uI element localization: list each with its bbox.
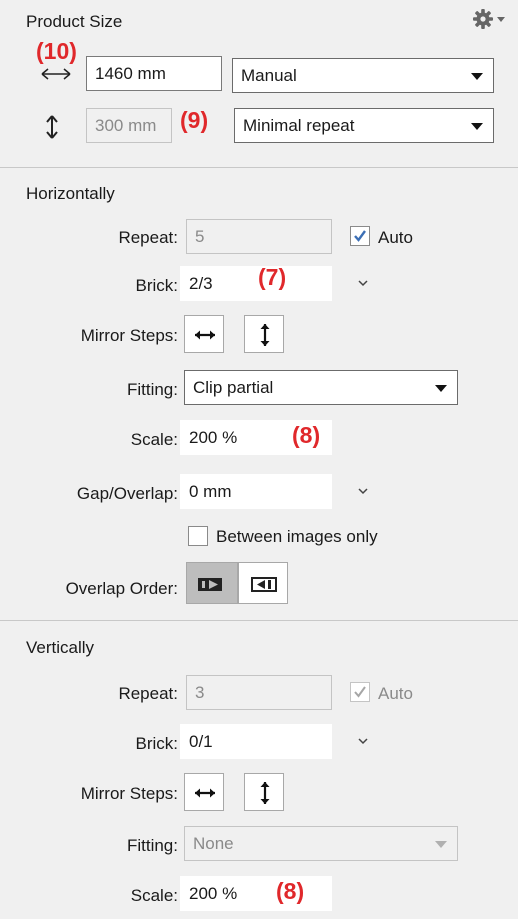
section-divider (0, 620, 518, 621)
v-repeat-label: Repeat: (118, 684, 178, 703)
width-mode-select[interactable]: Manual (232, 58, 494, 93)
annotation-9: (9) (180, 107, 209, 133)
v-fitting-value: None (193, 834, 234, 853)
v-fitting-label: Fitting: (126, 836, 178, 855)
v-auto-label: Auto (378, 684, 413, 703)
section-divider (0, 167, 518, 168)
dropdown-arrow-icon (471, 123, 483, 130)
h-brick-chevron-icon[interactable] (356, 275, 370, 289)
h-gap-label: Gap/Overlap: (76, 484, 178, 503)
h-mirror-label: Mirror Steps: (80, 326, 178, 345)
dropdown-arrow-icon (435, 841, 447, 848)
v-mirror-horizontal-icon[interactable] (184, 773, 224, 811)
v-brick-chevron-icon[interactable] (356, 733, 370, 747)
h-auto-checkbox[interactable] (350, 226, 370, 246)
overlap-order-back-button[interactable] (238, 562, 288, 604)
h-gap-input[interactable]: 0 mm (180, 474, 332, 509)
width-input[interactable]: 1460 mm (86, 56, 222, 91)
h-scale-label: Scale: (130, 430, 178, 449)
width-arrow-icon (38, 64, 74, 84)
v-repeat-input[interactable]: 3 (186, 675, 332, 710)
h-fitting-label: Fitting: (126, 380, 178, 399)
horizontally-title: Horizontally (26, 184, 115, 203)
h-repeat-input[interactable]: 5 (186, 219, 332, 254)
h-fitting-select[interactable]: Clip partial (184, 370, 458, 405)
v-brick-input[interactable]: 0/1 (180, 724, 332, 759)
product-size-title: Product Size (26, 12, 123, 31)
v-mirror-label: Mirror Steps: (80, 784, 178, 803)
height-mode-value: Minimal repeat (243, 116, 355, 135)
h-brick-label: Brick: (135, 276, 179, 295)
v-scale-input[interactable]: 200 % (180, 876, 332, 911)
h-between-checkbox[interactable] (188, 526, 208, 546)
h-mirror-vertical-icon[interactable] (244, 315, 284, 353)
v-auto-checkbox[interactable] (350, 682, 370, 702)
h-mirror-horizontal-icon[interactable] (184, 315, 224, 353)
h-fitting-value: Clip partial (193, 378, 274, 397)
h-brick-input[interactable]: 2/3 (180, 266, 332, 301)
dropdown-arrow-icon (471, 73, 483, 80)
annotation-10: (10) (36, 38, 77, 64)
vertically-title: Vertically (26, 638, 95, 657)
annotation-8-vertical: (8) (276, 878, 305, 904)
h-between-label: Between images only (216, 527, 378, 546)
v-mirror-vertical-icon[interactable] (244, 773, 284, 811)
h-auto-label: Auto (378, 228, 413, 247)
v-fitting-select[interactable]: None (184, 826, 458, 861)
h-overlap-order-label: Overlap Order: (65, 579, 178, 598)
overlap-order-front-button[interactable] (186, 562, 238, 604)
dropdown-arrow-icon (435, 385, 447, 392)
h-gap-chevron-icon[interactable] (356, 483, 370, 497)
annotation-8-horizontal: (8) (292, 422, 321, 448)
v-scale-label: Scale: (130, 886, 178, 905)
height-arrow-icon (42, 112, 62, 142)
v-brick-label: Brick: (135, 734, 179, 753)
width-mode-value: Manual (241, 66, 297, 85)
height-input[interactable]: 300 mm (86, 108, 172, 143)
h-repeat-label: Repeat: (118, 228, 178, 247)
settings-gear-icon[interactable] (472, 8, 512, 32)
height-mode-select[interactable]: Minimal repeat (234, 108, 494, 143)
annotation-7: (7) (258, 264, 287, 290)
